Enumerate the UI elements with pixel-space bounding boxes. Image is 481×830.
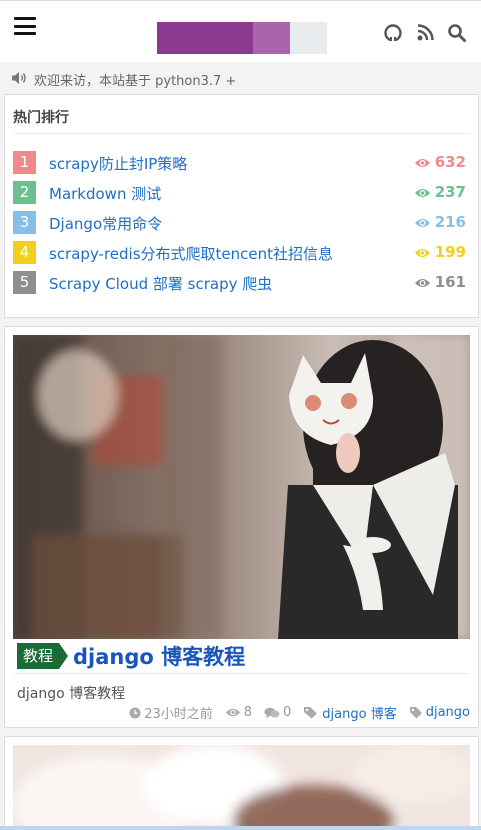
- github-icon[interactable]: [383, 23, 403, 43]
- view-count: 216: [434, 213, 466, 231]
- hot-list-item[interactable]: 5 Scrapy Cloud 部署 scrapy 爬虫 161: [13, 271, 470, 295]
- logo-segment: [157, 22, 253, 54]
- clock-icon: [129, 707, 141, 718]
- post-thumbnail[interactable]: [13, 335, 470, 639]
- rank-number: 5: [13, 271, 36, 294]
- post-views: 8: [225, 705, 252, 720]
- search-icon[interactable]: [447, 23, 467, 43]
- rank-number: 3: [13, 211, 36, 234]
- logo-segment: [290, 22, 327, 54]
- logo-segment: [253, 22, 290, 54]
- divider: [13, 133, 470, 134]
- top-header: [0, 0, 481, 62]
- rank-number: 4: [13, 241, 36, 264]
- rank-number: 2: [13, 181, 36, 204]
- view-count: 199: [434, 243, 466, 261]
- eye-icon: [414, 249, 430, 257]
- view-count: 237: [434, 183, 466, 201]
- post-comments: 0: [264, 705, 291, 720]
- view-count: 161: [434, 273, 466, 291]
- hot-item-link[interactable]: Scrapy Cloud 部署 scrapy 爬虫: [49, 273, 272, 294]
- girl-with-fox-mask-image: [13, 335, 470, 639]
- hot-item-link[interactable]: scrapy防止封IP策略: [49, 153, 187, 174]
- speaker-icon: [12, 72, 26, 84]
- rss-icon[interactable]: [415, 23, 435, 43]
- eye-icon: [414, 189, 430, 197]
- hot-ranking-title: 热门排行: [13, 110, 69, 126]
- hot-item-views: 216: [414, 213, 466, 231]
- post-tag[interactable]: django 博客: [303, 703, 397, 722]
- post-excerpt: django 博客教程: [17, 686, 126, 702]
- post-time-text: 23小时之前: [144, 707, 213, 722]
- hot-item-views: 237: [414, 183, 466, 201]
- post-tag[interactable]: django: [409, 705, 470, 720]
- bottom-strip: [0, 826, 481, 830]
- hot-list-item[interactable]: 1 scrapy防止封IP策略 632: [13, 151, 470, 175]
- eye-icon: [414, 219, 430, 227]
- hamburger-icon[interactable]: [14, 17, 36, 35]
- tag-link[interactable]: django: [426, 705, 470, 720]
- hot-item-link[interactable]: Django常用命令: [49, 213, 162, 234]
- hot-item-views: 199: [414, 243, 466, 261]
- welcome-text: 欢迎来访，本站基于 python3.7 +: [34, 74, 237, 89]
- eye-icon: [414, 159, 430, 167]
- site-logo[interactable]: [157, 22, 327, 54]
- post-comments-count: 0: [283, 705, 292, 720]
- tags-icon: [304, 707, 318, 719]
- hot-item-link[interactable]: scrapy-redis分布式爬取tencent社招信息: [49, 243, 333, 264]
- hot-item-link[interactable]: Markdown 测试: [49, 183, 161, 204]
- rank-number: 1: [13, 151, 36, 174]
- eye-icon: [414, 279, 430, 287]
- hot-list-item[interactable]: 2 Markdown 测试 237: [13, 181, 470, 205]
- hot-item-views: 161: [414, 273, 466, 291]
- eye-icon: [225, 708, 240, 717]
- welcome-notice: 欢迎来访，本站基于 python3.7 +: [0, 62, 481, 94]
- hot-list-item[interactable]: 3 Django常用命令 216: [13, 211, 470, 235]
- feathers-photo: [13, 745, 470, 830]
- comments-icon: [264, 707, 280, 718]
- post-card: [4, 736, 479, 830]
- post-meta: 23小时之前 8 0 django 博客 django: [117, 703, 470, 722]
- tag-link[interactable]: django 博客: [322, 703, 396, 722]
- post-card: 教程 django 博客教程 django 博客教程 23小时之前 8 0 dj…: [4, 326, 479, 728]
- divider: [13, 673, 470, 674]
- hot-ranking-panel: 热门排行 1 scrapy防止封IP策略 632 2 Markdown 测试 237 3 Dj…: [4, 94, 479, 318]
- view-count: 632: [434, 153, 466, 171]
- post-thumbnail[interactable]: [13, 745, 470, 830]
- post-time: 23小时之前: [129, 703, 213, 722]
- category-badge[interactable]: 教程: [17, 643, 69, 669]
- post-views-count: 8: [243, 705, 253, 720]
- hot-item-views: 632: [414, 153, 466, 171]
- post-title-link[interactable]: django 博客教程: [73, 641, 245, 671]
- tag-icon: [409, 707, 422, 719]
- hot-list-item[interactable]: 4 scrapy-redis分布式爬取tencent社招信息 199: [13, 241, 470, 265]
